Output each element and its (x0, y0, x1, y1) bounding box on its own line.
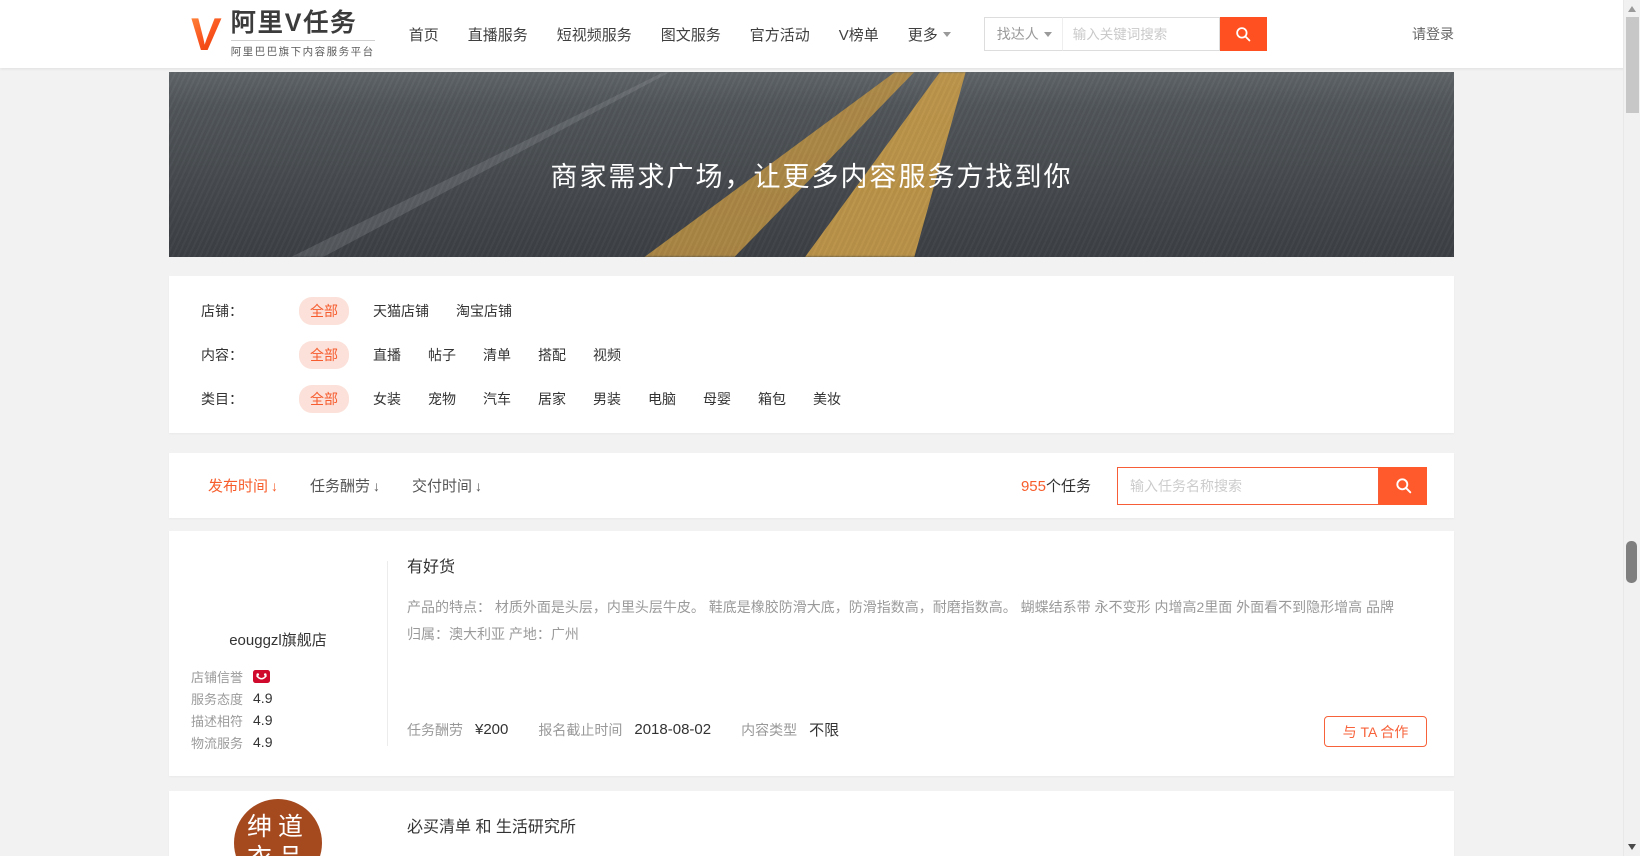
logo-title: 阿里V任务 (231, 10, 375, 37)
filter-panel: 店铺： 全部 天猫店铺 淘宝店铺 内容： 全部 直播 帖子 清单 搭配 视频 类… (169, 276, 1454, 433)
nav-item-home[interactable]: 首页 (409, 24, 439, 45)
signup-deadline-value: 2018-08-02 (634, 721, 711, 738)
task-details: 必买清单 和 生活研究所 绅道衣品 2013年入驻天猫 专注男士西裤， 此款版型… (407, 791, 1454, 856)
sort-descending-icon: ↓ (475, 478, 482, 494)
top-navigation-bar: V 阿里V任务 阿里巴巴旗下内容服务平台 首页 直播服务 短视频服务 图文服务 … (0, 0, 1640, 68)
cooperate-button[interactable]: 与 TA 合作 (1324, 716, 1427, 747)
filter-option-pets[interactable]: 宠物 (428, 389, 456, 409)
store-avatar[interactable]: 绅道衣品 (234, 799, 322, 856)
hero-banner: 商家需求广场，让更多内容服务方找到你 (169, 72, 1454, 257)
logo-v-mark-icon: V (188, 12, 222, 56)
filter-option-outfit[interactable]: 搭配 (538, 345, 566, 365)
filter-option-mens-wear[interactable]: 男装 (593, 389, 621, 409)
rating-row: 描述相符 4.9 (191, 711, 387, 729)
sort-descending-icon: ↓ (373, 478, 380, 494)
filter-option-taobao-shop[interactable]: 淘宝店铺 (456, 301, 512, 321)
divider (387, 561, 388, 746)
task-search (1117, 467, 1427, 505)
filter-option-all-selected[interactable]: 全部 (299, 341, 349, 369)
sort-toolbar: 发布时间 ↓ 任务酬劳 ↓ 交付时间 ↓ 955个任务 (169, 453, 1454, 518)
nav-more-menu[interactable]: 更多 (908, 24, 951, 45)
site-logo[interactable]: V 阿里V任务 阿里巴巴旗下内容服务平台 (190, 10, 375, 59)
store-reputation-row: 店铺信誉 (191, 667, 387, 685)
scrollbar-thumb[interactable] (1626, 17, 1639, 113)
nav-item-official-activity[interactable]: 官方活动 (750, 24, 810, 45)
rating-row: 服务态度 4.9 (191, 689, 387, 707)
header-search-button[interactable] (1220, 17, 1267, 51)
filter-option-post[interactable]: 帖子 (428, 345, 456, 365)
nav-item-v-ranking[interactable]: V榜单 (839, 24, 879, 45)
filter-label: 内容： (201, 345, 271, 365)
tmall-icon (253, 669, 270, 684)
store-ratings: 店铺信誉 服务态度 4.9 描述相符 (191, 667, 387, 751)
search-icon (1234, 25, 1252, 43)
scroll-down-arrow-icon[interactable] (1628, 844, 1636, 850)
filter-option-live[interactable]: 直播 (373, 345, 401, 365)
chevron-down-icon (1044, 32, 1052, 37)
nav-item-live-service[interactable]: 直播服务 (468, 24, 528, 45)
filter-label: 类目： (201, 389, 271, 409)
task-title[interactable]: 有好货 (407, 553, 1407, 577)
filter-option-bags[interactable]: 箱包 (758, 389, 786, 409)
header-search-input[interactable] (1062, 17, 1220, 51)
filter-label: 店铺： (201, 301, 271, 321)
filter-row-shop: 店铺： 全部 天猫店铺 淘宝店铺 (201, 289, 1454, 333)
filter-option-womens-wear[interactable]: 女装 (373, 389, 401, 409)
sort-by-task-reward[interactable]: 任务酬劳 ↓ (310, 475, 380, 496)
logo-tagline: 阿里巴巴旗下内容服务平台 (231, 40, 375, 59)
filter-option-beauty[interactable]: 美妆 (813, 389, 841, 409)
filter-option-tmall-shop[interactable]: 天猫店铺 (373, 301, 429, 321)
filter-option-list[interactable]: 清单 (483, 345, 511, 365)
login-link[interactable]: 请登录 (1412, 24, 1454, 44)
nav-item-short-video-service[interactable]: 短视频服务 (557, 24, 632, 45)
filter-option-all-selected[interactable]: 全部 (299, 385, 349, 413)
store-info-panel: eouggzl旗舰店 店铺信誉 服务态度 4.9 (169, 531, 387, 776)
task-card: eouggzl旗舰店 店铺信誉 服务态度 4.9 (169, 531, 1454, 776)
content-type-value: 不限 (809, 719, 839, 740)
task-description: 产品的特点： 材质外面是头层，内里头层牛皮。 鞋底是橡胶防滑大底，防滑指数高，耐… (407, 594, 1407, 648)
filter-row-category: 类目： 全部 女装 宠物 汽车 居家 男装 电脑 母婴 箱包 美妆 (201, 377, 1454, 421)
sort-by-publish-time[interactable]: 发布时间 ↓ (208, 475, 278, 496)
filter-option-computers[interactable]: 电脑 (648, 389, 676, 409)
floating-side-widget[interactable] (1626, 541, 1637, 583)
meta-label: 任务酬劳 (407, 720, 463, 740)
filter-option-all-selected[interactable]: 全部 (299, 297, 349, 325)
store-logo (169, 531, 387, 631)
task-reward-value: ¥200 (475, 721, 508, 738)
task-meta-row: 任务酬劳 ¥200 报名截止时间 2018-08-02 内容类型 不限 (407, 719, 869, 740)
sort-by-delivery-time[interactable]: 交付时间 ↓ (412, 475, 482, 496)
main-nav: 首页 直播服务 短视频服务 图文服务 官方活动 V榜单 更多 (409, 24, 980, 45)
search-icon (1394, 476, 1413, 495)
filter-option-video[interactable]: 视频 (593, 345, 621, 365)
meta-label: 报名截止时间 (538, 720, 622, 740)
filter-option-mother-baby[interactable]: 母婴 (703, 389, 731, 409)
header-search: 找达人 (984, 17, 1267, 51)
task-search-button[interactable] (1379, 467, 1427, 505)
task-title[interactable]: 必买清单 和 生活研究所 (407, 813, 1407, 837)
rating-row: 物流服务 4.9 (191, 733, 387, 751)
hero-title: 商家需求广场，让更多内容服务方找到你 (169, 155, 1454, 194)
task-card: 绅道衣品 必买清单 和 生活研究所 绅道衣品 2013年入驻天猫 专注男士西裤，… (169, 791, 1454, 856)
meta-label: 内容类型 (741, 720, 797, 740)
filter-row-content: 内容： 全部 直播 帖子 清单 搭配 视频 (201, 333, 1454, 377)
scrollbar[interactable] (1623, 0, 1640, 856)
nav-item-graphic-service[interactable]: 图文服务 (661, 24, 721, 45)
search-scope-dropdown[interactable]: 找达人 (984, 17, 1062, 51)
scroll-up-arrow-icon[interactable] (1628, 6, 1636, 12)
filter-option-cars[interactable]: 汽车 (483, 389, 511, 409)
store-info-panel: 绅道衣品 (169, 791, 387, 856)
task-details: 有好货 产品的特点： 材质外面是头层，内里头层牛皮。 鞋底是橡胶防滑大底，防滑指… (407, 531, 1454, 776)
sort-descending-icon: ↓ (271, 478, 278, 494)
chevron-down-icon (943, 32, 951, 37)
task-count: 955个任务 (1021, 475, 1091, 496)
task-search-input[interactable] (1117, 467, 1379, 505)
store-name[interactable]: eouggzl旗舰店 (169, 631, 387, 651)
filter-option-home[interactable]: 居家 (538, 389, 566, 409)
